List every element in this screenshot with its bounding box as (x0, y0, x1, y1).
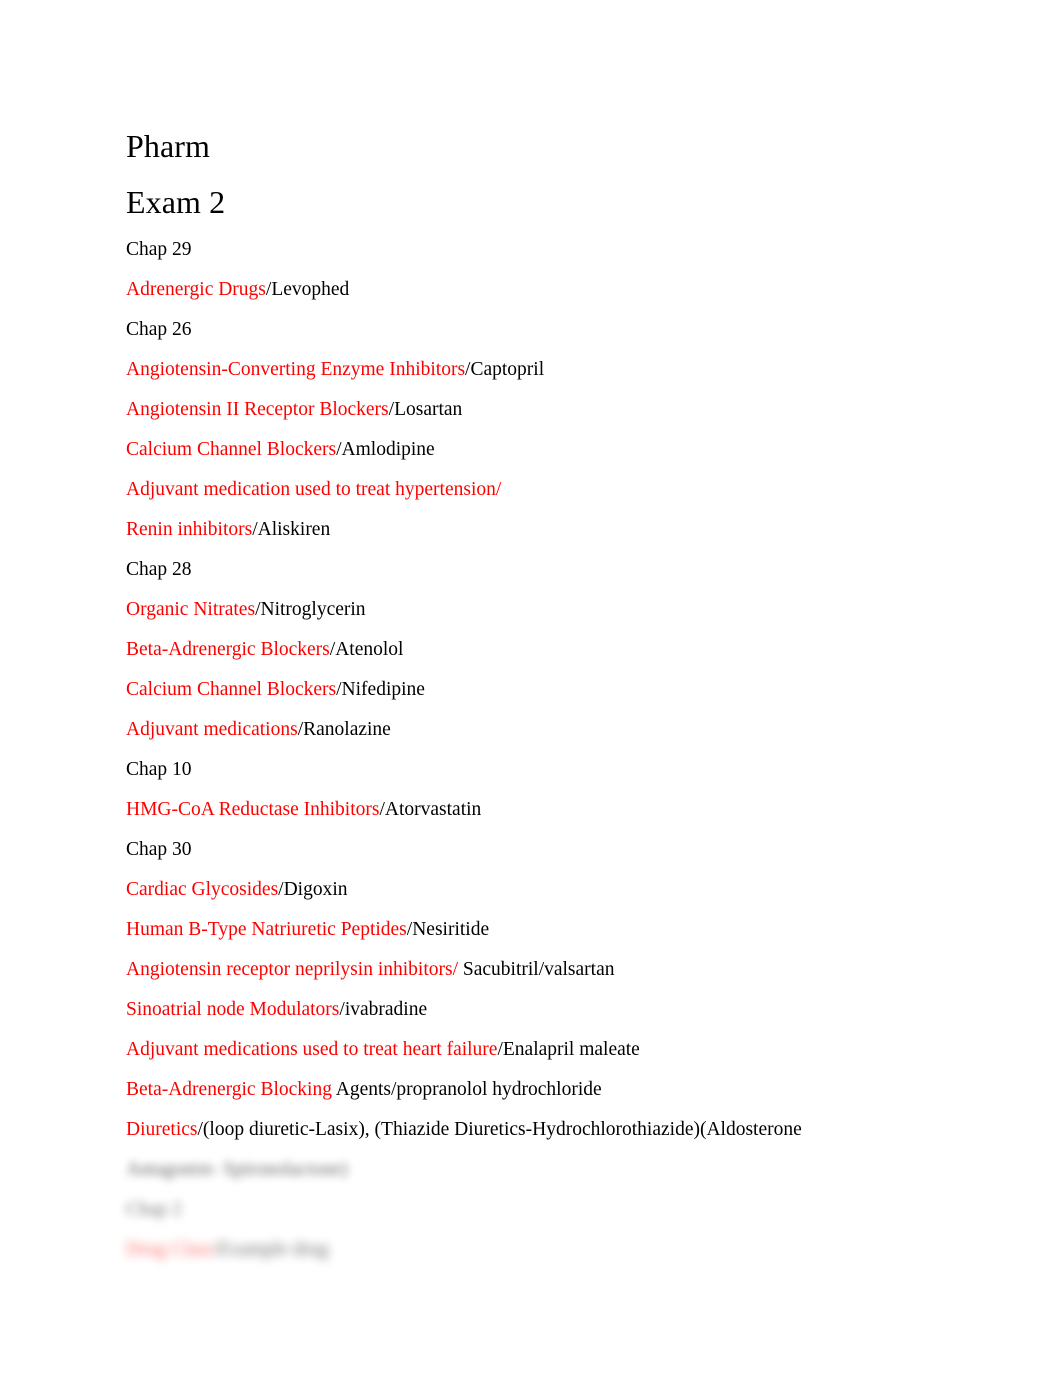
drug-class-label: Organic Nitrates (126, 599, 256, 620)
chapter-heading-28: Chap 28 (126, 559, 192, 580)
drug-example: ivabradine (344, 999, 428, 1020)
drug-class-label: Angiotensin-Converting Enzyme Inhibitors (126, 359, 466, 380)
drug-example: Atenolol (335, 639, 404, 660)
drug-entry: Beta-Adrenergic Blockers/Atenolol (126, 630, 906, 670)
drug-example: Atorvastatin (384, 799, 482, 820)
drug-entry: Diuretics/(loop diuretic-Lasix), (Thiazi… (126, 1110, 906, 1150)
drug-class-label: Angiotensin II Receptor Blockers (126, 399, 389, 420)
drug-example: Enalapril maleate (502, 1039, 640, 1060)
drug-class-label: Beta-Adrenergic Blocking (126, 1079, 336, 1100)
drug-example: Captopril (470, 359, 545, 380)
drug-example: Aliskiren (257, 519, 331, 540)
drug-class-label: Calcium Channel Blockers (126, 679, 337, 700)
drug-class-label: Adjuvant medication used to treat hypert… (126, 479, 502, 500)
drug-entry: Sinoatrial node Modulators/ivabradine (126, 990, 906, 1030)
drug-entry: Angiotensin receptor neprilysin inhibito… (126, 950, 906, 990)
drug-example: Sacubitril/valsartan (458, 959, 615, 980)
drug-entry: Calcium Channel Blockers/Amlodipine (126, 430, 906, 470)
obscured-continuation-line: Antagonist- Spironolactone) (126, 1159, 348, 1180)
drug-entry: Organic Nitrates/Nitroglycerin (126, 590, 906, 630)
drug-class-label: Diuretics (126, 1119, 198, 1140)
chapter-heading-30: Chap 30 (126, 839, 192, 860)
drug-example: Digoxin (283, 879, 348, 900)
drug-example: Nesiritide (412, 919, 490, 940)
drug-class-label: HMG-CoA Reductase Inhibitors (126, 799, 380, 820)
drug-class-label: Drug Class (126, 1239, 214, 1260)
drug-class-label: Renin inhibitors (126, 519, 253, 540)
drug-entry: Beta-Adrenergic Blocking Agents/proprano… (126, 1070, 906, 1110)
drug-entry: Calcium Channel Blockers/Nifedipine (126, 670, 906, 710)
drug-entry: Adrenergic Drugs/Levophed (126, 270, 906, 310)
drug-entry: Human B-Type Natriuretic Peptides/Nesiri… (126, 910, 906, 950)
chapter-heading-29: Chap 29 (126, 239, 192, 260)
chapter-heading-26: Chap 26 (126, 319, 192, 340)
obscured-drug-entry: Drug Class/Example drug (126, 1230, 906, 1270)
drug-entry: Cardiac Glycosides/Digoxin (126, 870, 906, 910)
document-page: Pharm Exam 2 Chap 29 Adrenergic Drugs/Le… (0, 0, 1062, 1377)
drug-example: Ranolazine (303, 719, 391, 740)
drug-entry: Angiotensin-Converting Enzyme Inhibitors… (126, 350, 906, 390)
drug-entry: Angiotensin II Receptor Blockers/Losarta… (126, 390, 906, 430)
drug-entry: Adjuvant medications used to treat heart… (126, 1030, 906, 1070)
drug-class-label: Beta-Adrenergic Blockers (126, 639, 330, 660)
drug-entry: Adjuvant medication used to treat hypert… (126, 470, 906, 510)
drug-class-label: Adjuvant medications used to treat heart… (126, 1039, 498, 1060)
drug-class-label: Human B-Type Natriuretic Peptides (126, 919, 407, 940)
drug-example: Levophed (271, 279, 350, 300)
drug-example: Agents/propranolol hydrochloride (335, 1079, 602, 1100)
drug-class-label: Calcium Channel Blockers (126, 439, 337, 460)
drug-example: Nitroglycerin (260, 599, 366, 620)
drug-entry: HMG-CoA Reductase Inhibitors/Atorvastati… (126, 790, 906, 830)
drug-example: Amlodipine (341, 439, 435, 460)
document-body: Pharm Exam 2 Chap 29 Adrenergic Drugs/Le… (126, 118, 906, 1270)
drug-entry: Adjuvant medications/Ranolazine (126, 710, 906, 750)
chapter-heading-10: Chap 10 (126, 759, 192, 780)
drug-class-label: Sinoatrial node Modulators (126, 999, 340, 1020)
drug-entry: Renin inhibitors/Aliskiren (126, 510, 906, 550)
drug-class-label: Angiotensin receptor neprilysin inhibito… (126, 959, 458, 980)
drug-example: /Example drug (213, 1239, 329, 1260)
drug-example: Losartan (394, 399, 463, 420)
drug-class-label: Adrenergic Drugs (126, 279, 266, 300)
drug-class-label: Adjuvant medications (126, 719, 298, 740)
drug-example: (loop diuretic-Lasix), (Thiazide Diureti… (202, 1119, 802, 1140)
drug-class-label: Cardiac Glycosides (126, 879, 279, 900)
drug-example: Nifedipine (341, 679, 425, 700)
page-title-line-2: Exam 2 (126, 184, 226, 220)
obscured-chapter-heading: Chap 2 (126, 1199, 182, 1220)
page-title-line-1: Pharm (126, 128, 211, 164)
